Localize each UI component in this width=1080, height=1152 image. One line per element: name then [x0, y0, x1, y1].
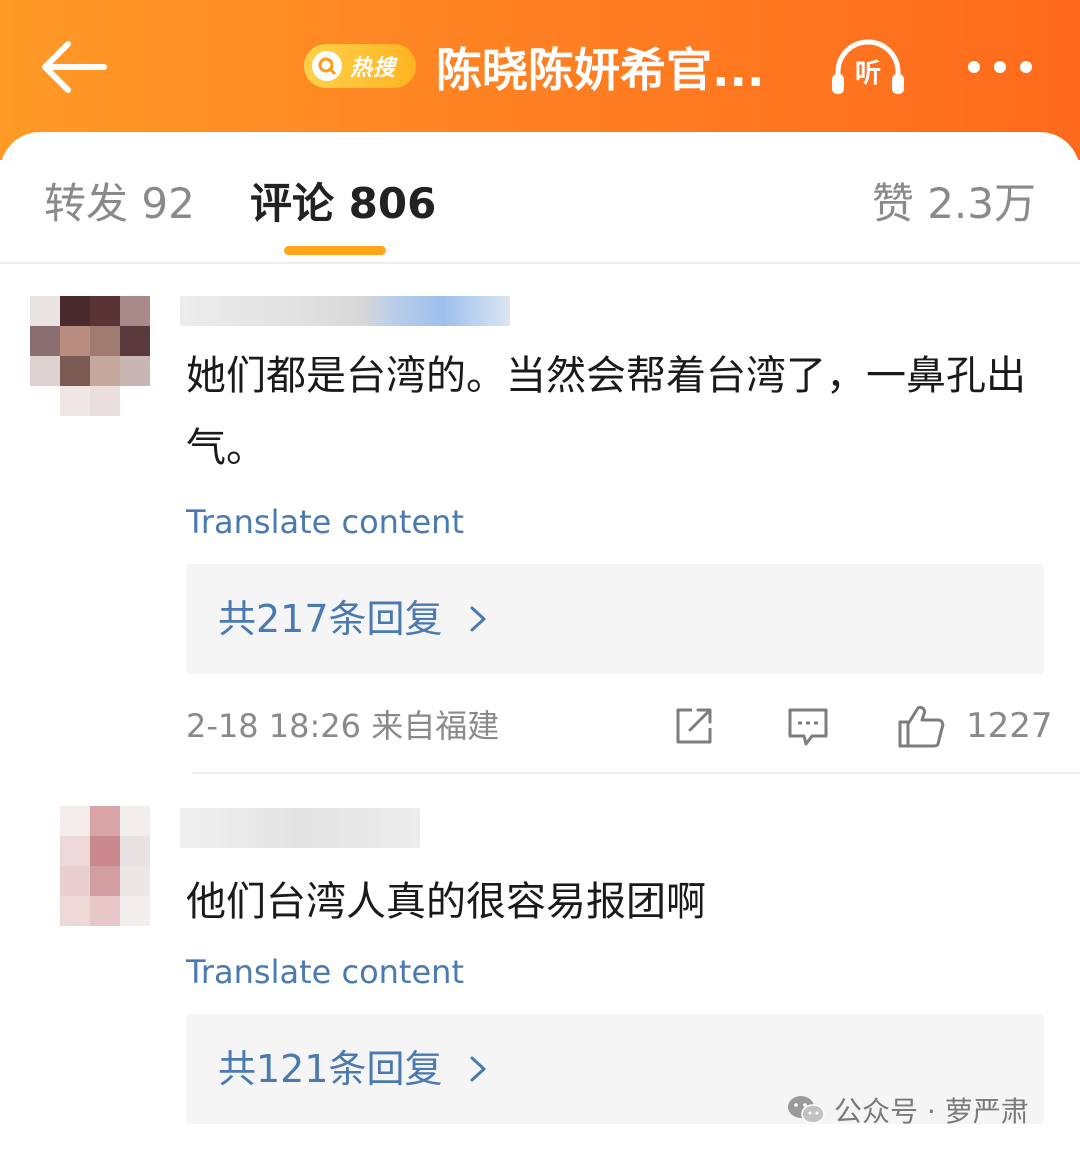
tab-likes[interactable]: 赞 2.3万	[872, 178, 1036, 230]
listen-label: 听	[855, 59, 881, 89]
wechat-icon	[788, 1096, 825, 1124]
divider	[0, 262, 1080, 264]
translate-link[interactable]: Translate content	[186, 952, 464, 992]
arrow-left-icon	[42, 41, 107, 93]
back-button[interactable]	[36, 36, 110, 98]
divider	[192, 772, 1080, 774]
comment-text: 他们台湾人真的很容易报团啊	[186, 879, 706, 925]
avatar[interactable]	[30, 806, 150, 926]
page-title: 陈晓陈妍希官...	[436, 43, 765, 97]
tab-reposts[interactable]: 转发 92	[44, 178, 195, 230]
replies-box[interactable]: 共217条回复	[186, 564, 1044, 674]
like-count: 1227	[966, 706, 1053, 746]
replies-count: 共217条回复	[218, 597, 443, 641]
hot-badge-label: 热搜	[350, 56, 397, 81]
translate-link[interactable]: Translate content	[186, 502, 464, 542]
more-button[interactable]	[968, 52, 1042, 82]
more-dot	[994, 61, 1006, 73]
hot-search-badge[interactable]: 热搜	[304, 44, 416, 88]
active-tab-indicator	[284, 246, 386, 255]
listen-button[interactable]: 听	[828, 36, 908, 100]
thumbs-up-icon[interactable]	[896, 702, 948, 750]
chevron-right-icon	[470, 606, 486, 632]
watermark: 公众号 · 萝严肃	[786, 1090, 1056, 1130]
avatar[interactable]	[30, 296, 150, 416]
comment-icon[interactable]	[784, 702, 832, 750]
search-icon	[312, 51, 342, 81]
username-blurred[interactable]	[180, 808, 420, 848]
share-icon[interactable]	[670, 702, 718, 750]
headphones-icon: 听	[832, 39, 904, 94]
watermark-text: 公众号 · 萝严肃	[834, 1095, 1029, 1128]
username-blurred[interactable]	[180, 296, 510, 326]
more-dot	[1020, 61, 1032, 73]
tab-comments[interactable]: 评论 806	[250, 178, 436, 230]
chevron-right-icon	[470, 1056, 486, 1082]
replies-count: 共121条回复	[218, 1047, 443, 1091]
more-dot	[968, 61, 980, 73]
comment-text: 她们都是台湾的。当然会帮着台湾了，一鼻孔出气。	[186, 353, 1026, 471]
comment-time-location: 2-18 18:26 来自福建	[186, 707, 500, 745]
